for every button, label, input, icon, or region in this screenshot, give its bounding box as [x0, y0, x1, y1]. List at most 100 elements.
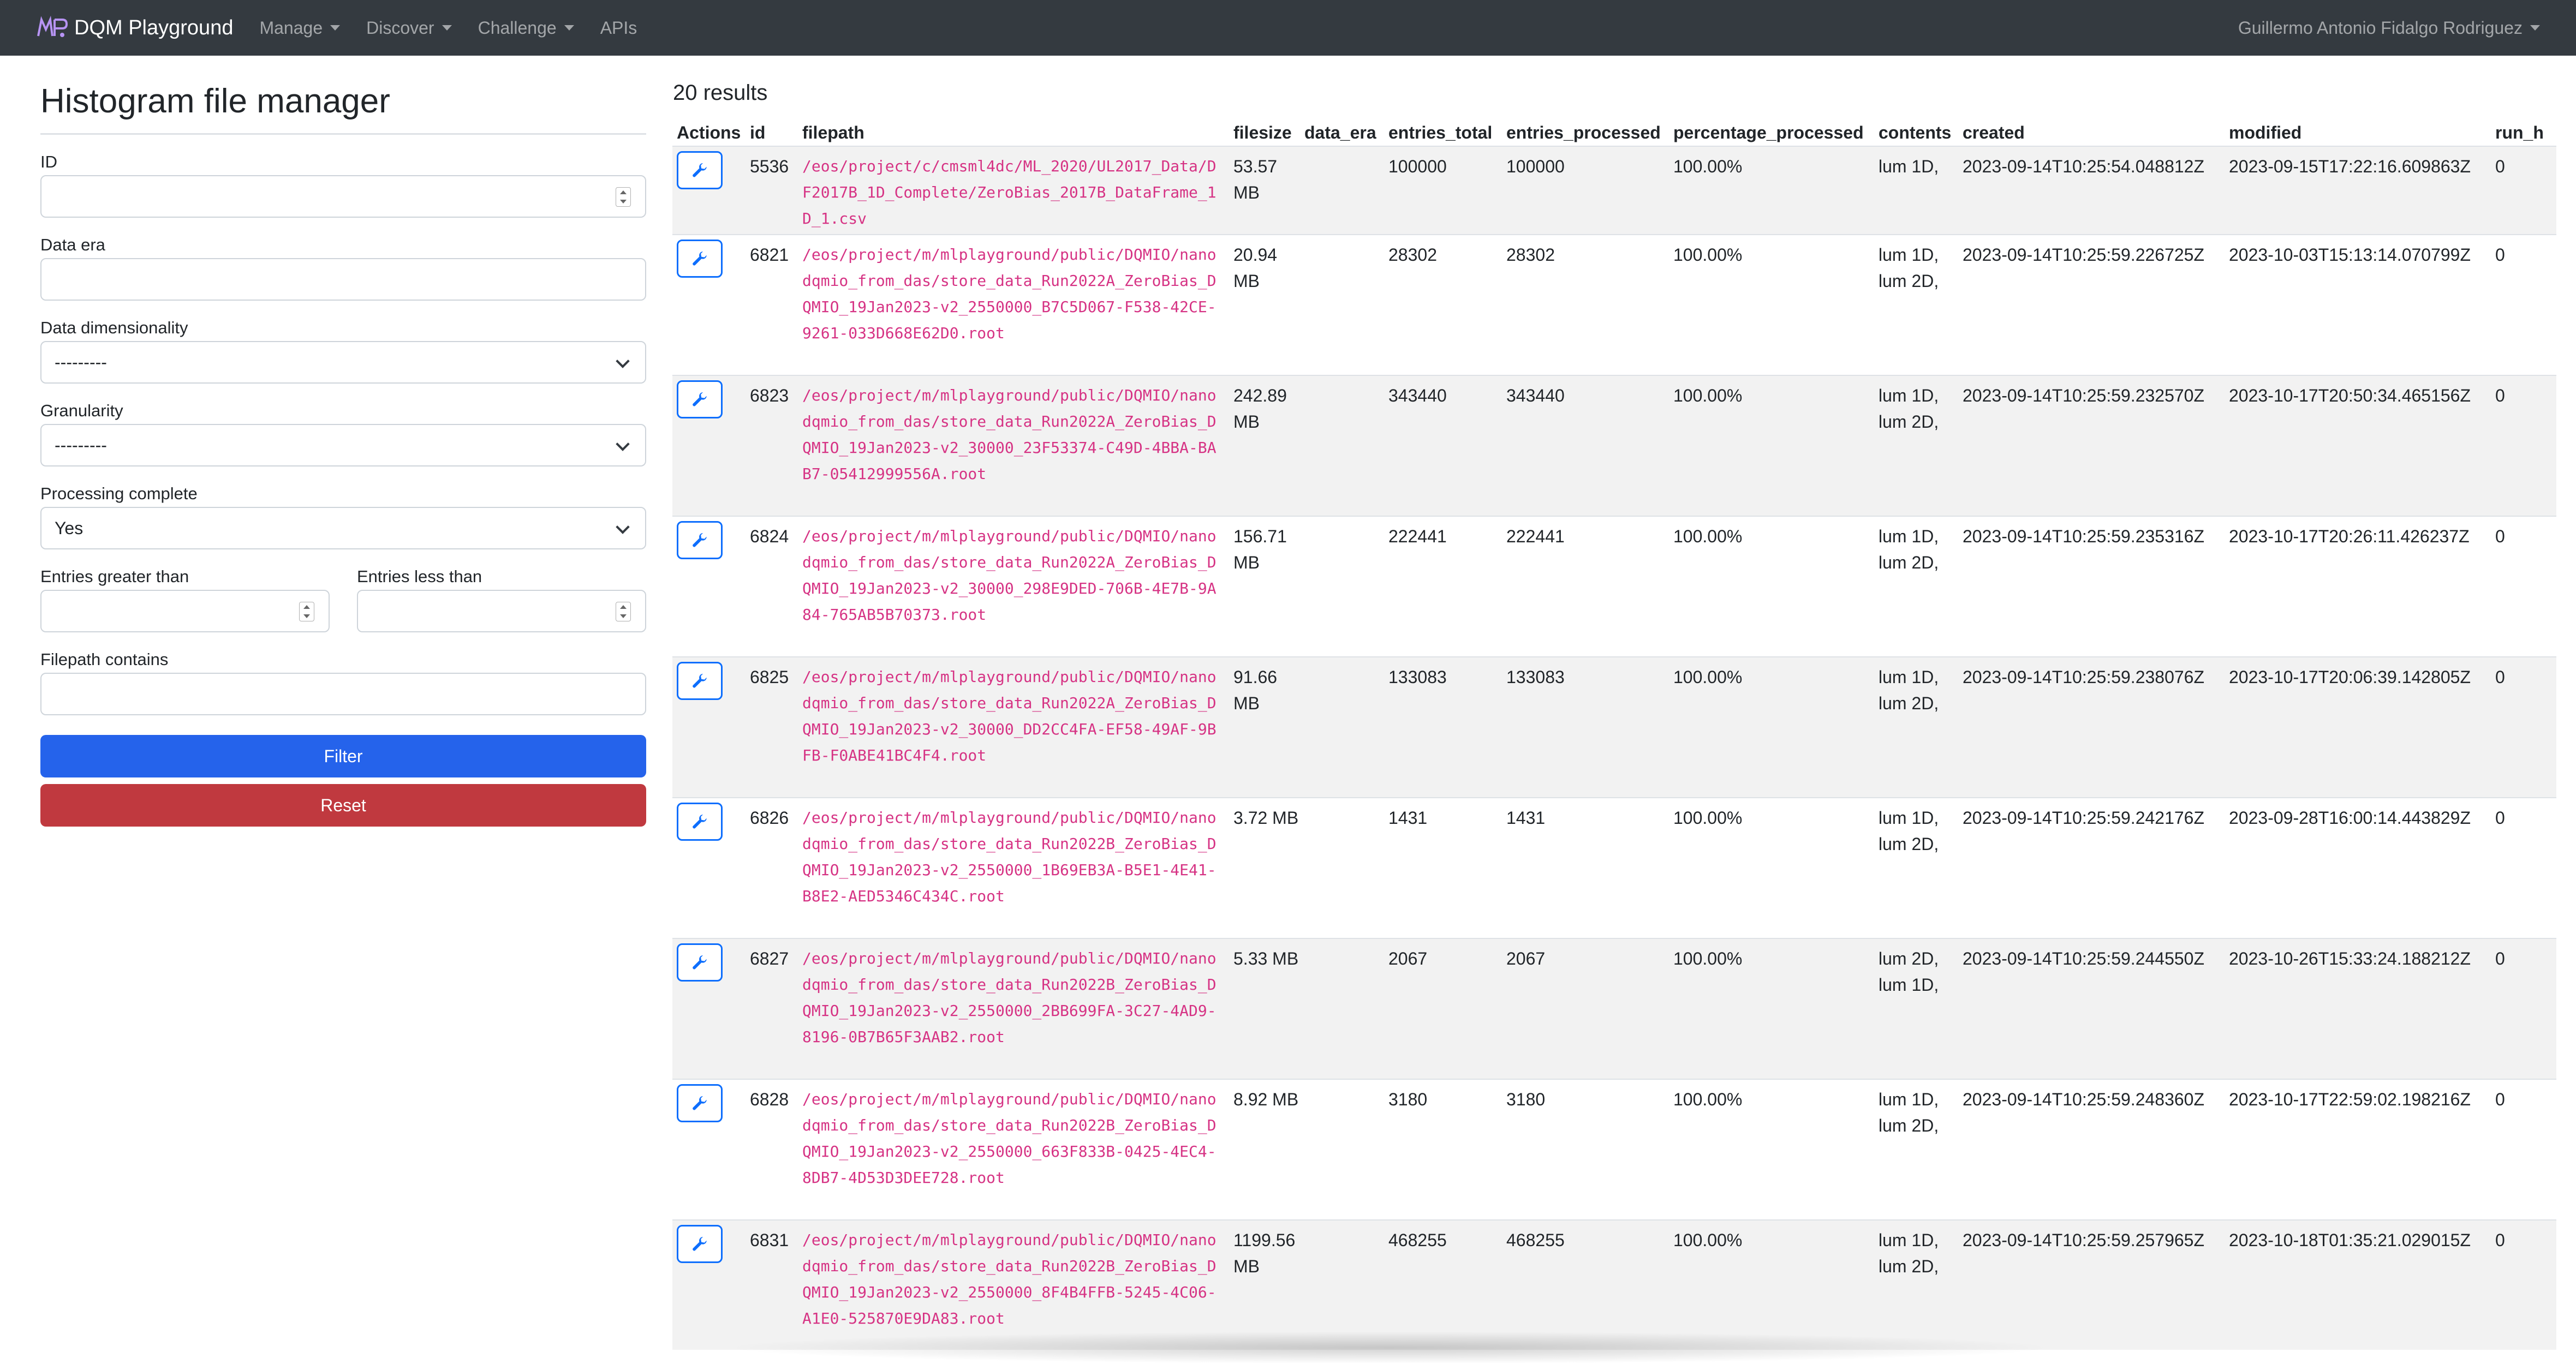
entries-lt-input[interactable] — [357, 590, 646, 632]
table-row: 6825 /eos/project/m/mlplayground/public/… — [672, 657, 2556, 798]
nav-challenge-label: Challenge — [478, 17, 557, 38]
entries-total-cell: 1431 — [1388, 808, 1428, 828]
nav-discover-label: Discover — [366, 17, 434, 38]
column-header[interactable]: filepath — [798, 120, 1229, 146]
data-era-cell — [1300, 516, 1384, 657]
edit-button[interactable] — [677, 1084, 723, 1122]
edit-button[interactable] — [677, 1225, 723, 1263]
column-header[interactable]: created — [1958, 120, 2225, 146]
entries-lt-group: Entries less than — [357, 549, 646, 632]
contents-cell: lum 1D, lum 2D, — [1879, 386, 1939, 432]
filepath-contains-input[interactable] — [40, 673, 646, 715]
edit-button[interactable] — [677, 803, 723, 841]
created-cell: 2023-09-14T10:25:59.238076Z — [1963, 667, 2205, 687]
nav-challenge[interactable]: Challenge — [478, 18, 574, 38]
entries-total-cell: 222441 — [1388, 527, 1447, 546]
processing-complete-select[interactable]: Yes — [40, 507, 646, 549]
id-cell: 5536 — [750, 157, 789, 176]
id-label: ID — [40, 152, 57, 171]
user-menu[interactable]: Guillermo Antonio Fidalgo Rodriguez — [2238, 0, 2540, 56]
number-spinner[interactable] — [616, 187, 631, 207]
entries-total-cell: 343440 — [1388, 386, 1447, 405]
entries-total-cell: 100000 — [1388, 157, 1447, 176]
contents-cell: lum 1D, lum 2D, — [1879, 527, 1939, 572]
caret-down-icon — [2530, 25, 2540, 31]
brand-name: DQM Playground — [74, 16, 234, 39]
percentage-processed-cell: 100.00% — [1673, 667, 1743, 687]
filepath-cell: /eos/project/m/mlplayground/public/DQMIO… — [802, 527, 1217, 624]
data-dimensionality-label: Data dimensionality — [40, 318, 188, 337]
filepath-cell: /eos/project/m/mlplayground/public/DQMIO… — [802, 1090, 1217, 1187]
percentage-processed-cell: 100.00% — [1673, 1230, 1743, 1250]
entries-gt-input[interactable] — [40, 590, 330, 632]
percentage-processed-cell: 100.00% — [1673, 386, 1743, 405]
id-input[interactable] — [40, 175, 646, 218]
caret-down-icon — [564, 25, 574, 31]
nav-apis-label: APIs — [600, 17, 637, 38]
data-era-cell — [1300, 146, 1384, 235]
edit-button[interactable] — [677, 151, 723, 189]
edit-button[interactable] — [677, 521, 723, 559]
nav-manage[interactable]: Manage — [259, 18, 341, 38]
wrench-icon — [693, 163, 707, 177]
filepath-contains-label: Filepath contains — [40, 650, 169, 669]
number-spinner[interactable] — [616, 602, 631, 621]
edit-button[interactable] — [677, 380, 723, 418]
contents-cell: lum 1D, — [1879, 157, 1939, 176]
contents-cell: lum 2D, lum 1D, — [1879, 949, 1939, 995]
run-h-cell: 0 — [2495, 157, 2505, 176]
edit-button[interactable] — [677, 662, 723, 700]
page-title: Histogram file manager — [40, 76, 646, 135]
data-dimensionality-select[interactable]: --------- — [40, 341, 646, 384]
data-era-input[interactable] — [40, 258, 646, 301]
nav-apis[interactable]: APIs — [600, 18, 637, 38]
modified-cell: 2023-10-03T15:13:14.070799Z — [2229, 245, 2471, 265]
wrench-icon — [693, 673, 707, 688]
entries-lt-label: Entries less than — [357, 567, 482, 586]
reset-button[interactable]: Reset — [40, 784, 646, 827]
actions-cell — [672, 798, 746, 938]
chevron-down-icon — [616, 520, 630, 534]
edit-button[interactable] — [677, 240, 723, 278]
user-name: Guillermo Antonio Fidalgo Rodriguez — [2238, 17, 2523, 38]
contents-cell: lum 1D, lum 2D, — [1879, 1090, 1939, 1135]
column-header[interactable]: filesize — [1229, 120, 1300, 146]
column-header[interactable]: modified — [2225, 120, 2491, 146]
data-era-cell — [1300, 235, 1384, 375]
percentage-processed-cell: 100.00% — [1673, 949, 1743, 968]
entries-total-cell: 468255 — [1388, 1230, 1447, 1250]
number-spinner[interactable] — [299, 602, 314, 621]
actions-cell — [672, 375, 746, 516]
actions-cell — [672, 516, 746, 657]
brand-link[interactable]: DQM Playground — [36, 14, 233, 41]
column-header[interactable]: percentage_processed — [1669, 120, 1874, 146]
wrench-icon — [693, 814, 707, 829]
column-header[interactable]: data_era — [1300, 120, 1384, 146]
column-header[interactable]: entries_total — [1384, 120, 1502, 146]
table-row: 6826 /eos/project/m/mlplayground/public/… — [672, 798, 2556, 938]
granularity-select[interactable]: --------- — [40, 424, 646, 466]
filter-button[interactable]: Filter — [40, 735, 646, 777]
actions-cell — [672, 657, 746, 798]
nav-discover[interactable]: Discover — [366, 17, 452, 38]
filesize-cell: 156.71 MB — [1233, 527, 1287, 572]
filesize-cell: 53.57 MB — [1233, 157, 1278, 202]
granularity-value: --------- — [55, 435, 107, 455]
run-h-cell: 0 — [2495, 245, 2505, 265]
data-dimensionality-value: --------- — [55, 352, 107, 372]
entries-processed-cell: 468255 — [1506, 1230, 1565, 1250]
column-header[interactable]: entries_processed — [1502, 120, 1669, 146]
id-cell: 6825 — [750, 667, 789, 687]
table-header-row: Actions id filepath filesize data_era en… — [672, 120, 2556, 146]
created-cell: 2023-09-14T10:25:59.242176Z — [1963, 808, 2205, 828]
run-h-cell: 0 — [2495, 949, 2505, 968]
column-header[interactable]: run_h — [2491, 120, 2556, 146]
column-header[interactable]: id — [746, 120, 798, 146]
table-row: 6827 /eos/project/m/mlplayground/public/… — [672, 938, 2556, 1079]
table-row: 6831 /eos/project/m/mlplayground/public/… — [672, 1220, 2556, 1350]
edit-button[interactable] — [677, 943, 723, 982]
column-header[interactable]: contents — [1874, 120, 1958, 146]
wrench-icon — [693, 1096, 707, 1110]
modified-cell: 2023-10-26T15:33:24.188212Z — [2229, 949, 2471, 968]
column-header[interactable]: Actions — [672, 120, 746, 146]
